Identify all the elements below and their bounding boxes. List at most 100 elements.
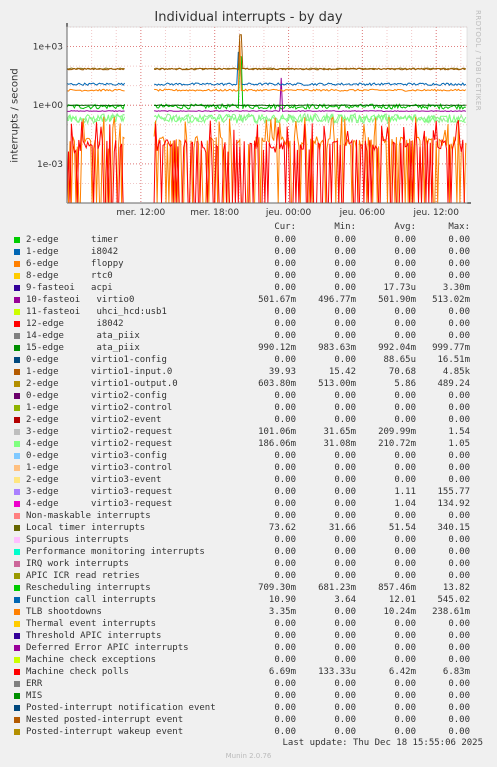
legend-label: 4-edge virtio2-request — [26, 439, 173, 449]
legend-min-value: 0.00 — [334, 319, 356, 329]
legend-cur-value: 10.90 — [268, 595, 296, 605]
legend-min-value: 0.00 — [334, 451, 356, 461]
legend-min-value: 0.00 — [334, 607, 356, 617]
legend-row: 4-edge virtio2-request 186.06m 31.08m 210.7… — [0, 438, 497, 450]
legend-max-value: 0.00 — [448, 271, 470, 281]
legend-avg-value: 12.01 — [388, 595, 416, 605]
legend-swatch — [14, 309, 20, 315]
legend-label: 2-edge virtio2-event — [26, 415, 162, 425]
legend-label: Threshold APIC interrupts — [26, 631, 162, 641]
legend-swatch — [14, 597, 20, 603]
last-update: Last update: Thu Dec 18 15:55:06 2025 — [282, 738, 483, 748]
legend-max-value: 0.00 — [448, 547, 470, 557]
legend-max-value: 0.00 — [448, 619, 470, 629]
legend-label: Nested posted-interrupt event — [26, 715, 184, 725]
legend-label: Spurious interrupts — [26, 535, 129, 545]
legend-max-value: 1.54 — [448, 427, 470, 437]
legend-label: 15-edge ata_piix — [26, 343, 140, 353]
legend-max-value: 0.00 — [448, 451, 470, 461]
legend-swatch — [14, 669, 20, 675]
x-tick-label: mer. 18:00 — [190, 208, 239, 218]
legend-min-value: 0.00 — [334, 307, 356, 317]
legend-min-value: 0.00 — [334, 511, 356, 521]
legend-avg-value: 0.00 — [394, 643, 416, 653]
legend-cur-value: 39.93 — [268, 367, 296, 377]
legend-avg-value: 1.11 — [394, 487, 416, 497]
legend-cur-value: 0.00 — [274, 331, 296, 341]
legend-cur-value: 0.00 — [274, 715, 296, 725]
legend-min-value: 0.00 — [334, 547, 356, 557]
legend-avg-value: 0.00 — [394, 391, 416, 401]
legend-label: 3-edge virtio3-request — [26, 487, 173, 497]
y-tick-label: 1e-03 — [37, 160, 63, 170]
legend-max-value: 0.00 — [448, 475, 470, 485]
legend-cur-value: 0.00 — [274, 679, 296, 689]
legend-min-value: 3.64 — [334, 595, 356, 605]
legend-label: 2-edge virtio3-event — [26, 475, 162, 485]
legend-min-value: 0.00 — [334, 271, 356, 281]
legend-min-value: 0.00 — [334, 283, 356, 293]
legend-swatch — [14, 501, 20, 507]
legend-label: 1-edge virtio3-control — [26, 463, 173, 473]
legend-cur-value: 73.62 — [268, 523, 296, 533]
legend-swatch — [14, 417, 20, 423]
legend-avg-value: 0.00 — [394, 547, 416, 557]
legend-avg-value: 0.00 — [394, 475, 416, 485]
legend-swatch — [14, 633, 20, 639]
legend-swatch — [14, 429, 20, 435]
legend-label: Thermal event interrupts — [26, 619, 157, 629]
legend-max-value: 0.00 — [448, 463, 470, 473]
legend-avg-value: 10.24m — [383, 607, 416, 617]
legend-header: Cur: Min: Avg: Max: — [0, 222, 497, 234]
legend-swatch — [14, 537, 20, 543]
legend-swatch — [14, 573, 20, 579]
legend-min-value: 0.00 — [334, 259, 356, 269]
legend-label: 0-edge virtio2-config — [26, 391, 167, 401]
legend-max-value: 4.85k — [442, 367, 470, 377]
legend-row: 1-edge i8042 0.00 0.00 0.00 0.00 — [0, 246, 497, 258]
legend-avg-value: 5.86 — [394, 379, 416, 389]
legend-min-value: 0.00 — [334, 631, 356, 641]
legend-label: APIC ICR read retries — [26, 571, 140, 581]
legend-cur-value: 0.00 — [274, 619, 296, 629]
legend-swatch — [14, 441, 20, 447]
legend-cur-value: 0.00 — [274, 643, 296, 653]
legend-max-value: 238.61m — [432, 607, 470, 617]
legend-row: 2-edge timer 0.00 0.00 0.00 0.00 — [0, 234, 497, 246]
legend-row: Nested posted-interrupt event 0.00 0.00 0.0… — [0, 714, 497, 726]
legend-cur-value: 0.00 — [274, 571, 296, 581]
legend-avg-value: 0.00 — [394, 679, 416, 689]
legend-label: 9-fasteoi acpi — [26, 283, 113, 293]
legend-row: ERR 0.00 0.00 0.00 0.00 — [0, 678, 497, 690]
legend-cur-value: 0.00 — [274, 511, 296, 521]
legend-cur-value: 6.69m — [268, 667, 296, 677]
legend-row: Local timer interrupts 73.62 31.66 51.54 340… — [0, 522, 497, 534]
legend-avg-value: 209.99m — [378, 427, 416, 437]
legend-max-value: 13.82 — [442, 583, 470, 593]
legend-min-value: 0.00 — [334, 247, 356, 257]
legend-label: Non-maskable interrupts — [26, 511, 151, 521]
legend-row: 8-edge rtc0 0.00 0.00 0.00 0.00 — [0, 270, 497, 282]
legend-avg-value: 0.00 — [394, 691, 416, 701]
legend-avg-value: 0.00 — [394, 331, 416, 341]
legend-avg-value: 6.42m — [388, 667, 416, 677]
legend-min-value: 0.00 — [334, 403, 356, 413]
legend-cur-value: 101.06m — [258, 427, 296, 437]
legend-cur-value: 0.00 — [274, 403, 296, 413]
legend-min-value: 0.00 — [334, 535, 356, 545]
legend-label: IRQ work interrupts — [26, 559, 129, 569]
header-max: Max: — [448, 222, 470, 232]
legend-avg-value: 0.00 — [394, 727, 416, 737]
legend-swatch — [14, 585, 20, 591]
legend-label: Deferred Error APIC interrupts — [26, 643, 189, 653]
legend-min-value: 0.00 — [334, 559, 356, 569]
legend-cur-value: 990.12m — [258, 343, 296, 353]
legend-label: Performance monitoring interrupts — [26, 547, 205, 557]
legend-row: 6-edge floppy 0.00 0.00 0.00 0.00 — [0, 258, 497, 270]
legend-min-value: 0.00 — [334, 391, 356, 401]
legend-row: 2-edge virtio2-event 0.00 0.00 0.00 0.00 — [0, 414, 497, 426]
legend-swatch — [14, 297, 20, 303]
legend-min-value: 0.00 — [334, 679, 356, 689]
legend-min-value: 0.00 — [334, 571, 356, 581]
legend-row: 3-edge virtio3-request 0.00 0.00 1.11 155.77 — [0, 486, 497, 498]
